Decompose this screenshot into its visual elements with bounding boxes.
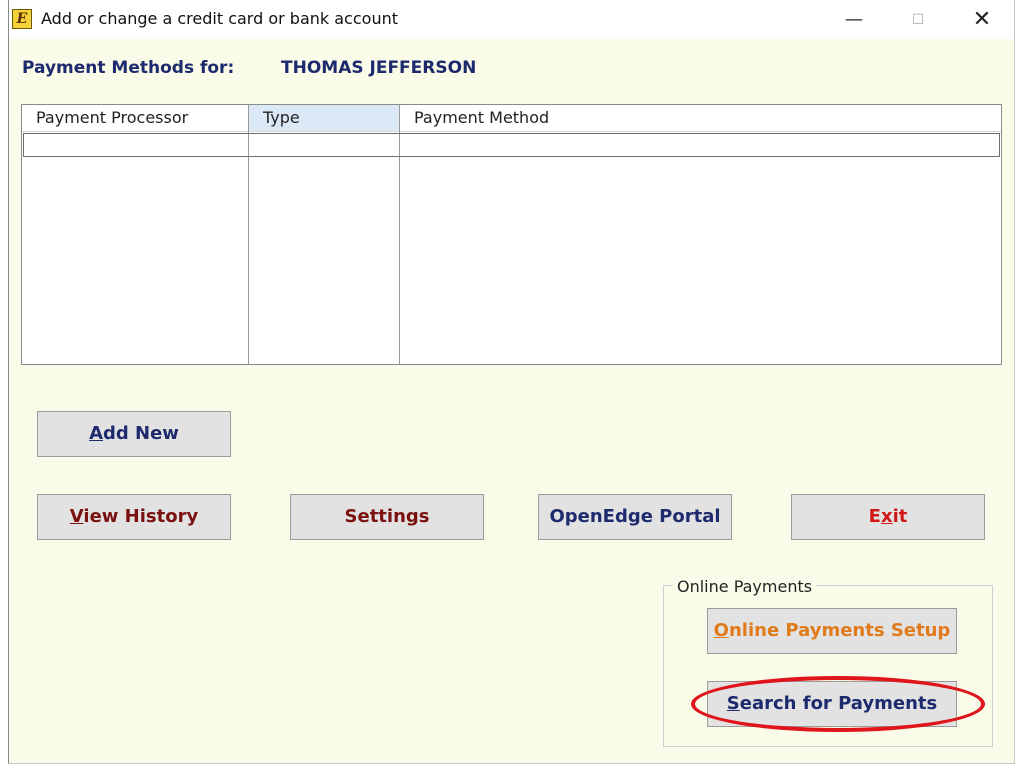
column-header-payment-method[interactable]: Payment Method <box>400 105 1000 131</box>
column-header-payment-processor[interactable]: Payment Processor <box>22 105 248 131</box>
payment-methods-label: Payment Methods for: <box>22 58 235 78</box>
openedge-portal-button[interactable]: OpenEdge Portal <box>538 494 732 540</box>
view-history-button[interactable]: View History <box>37 494 231 540</box>
exit-label-before: E <box>868 506 881 527</box>
dialog-window: E Add or change a credit card or bank ac… <box>8 0 1015 764</box>
minimize-button[interactable]: — <box>821 2 887 38</box>
search-for-payments-mnemonic: S <box>726 693 740 714</box>
search-for-payments-label: earch for Payments <box>739 693 938 714</box>
online-payments-setup-button[interactable]: Online Payments Setup <box>707 608 957 654</box>
grid-header: Payment Processor Type Payment Method <box>22 105 1001 132</box>
exit-mnemonic: x <box>880 506 893 527</box>
title-bar[interactable]: E Add or change a credit card or bank ac… <box>9 0 1014 39</box>
settings-label: Settings <box>344 506 430 527</box>
maximize-button[interactable]: ☐ <box>885 2 951 38</box>
column-header-type[interactable]: Type <box>249 105 399 131</box>
online-payments-group-label: Online Payments <box>673 577 817 596</box>
app-icon: E <box>12 9 32 29</box>
view-history-label: iew History <box>83 506 199 527</box>
settings-button[interactable]: Settings <box>290 494 484 540</box>
payment-methods-grid[interactable]: Payment Processor Type Payment Method <box>21 104 1002 365</box>
exit-button[interactable]: Exit <box>791 494 985 540</box>
online-payments-setup-label: nline Payments Setup <box>728 620 951 641</box>
online-payments-setup-mnemonic: O <box>713 620 729 641</box>
add-new-mnemonic: A <box>89 423 103 444</box>
openedge-portal-label: OpenEdge Portal <box>549 506 721 527</box>
search-for-payments-button[interactable]: Search for Payments <box>707 681 957 727</box>
exit-label-after: it <box>892 506 908 527</box>
customer-name: THOMAS JEFFERSON <box>281 58 477 78</box>
window-title: Add or change a credit card or bank acco… <box>41 9 398 28</box>
table-row[interactable] <box>23 133 1000 157</box>
view-history-mnemonic: V <box>69 506 84 527</box>
close-button[interactable]: ✕ <box>949 2 1015 38</box>
add-new-button[interactable]: Add New <box>37 411 231 457</box>
add-new-label: dd New <box>103 423 179 444</box>
